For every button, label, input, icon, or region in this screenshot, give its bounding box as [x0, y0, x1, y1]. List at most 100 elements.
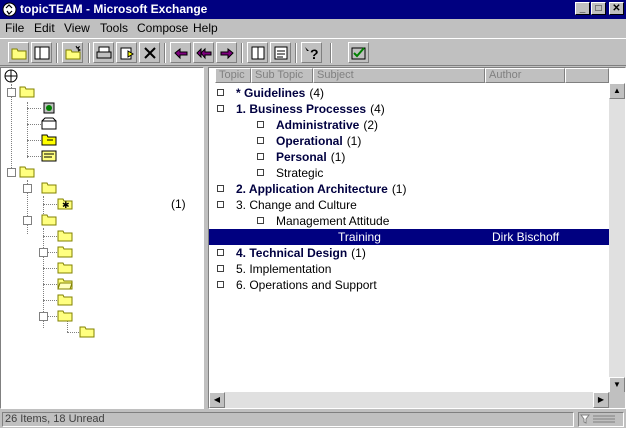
- folder-tree-pane[interactable]: ✱ (1): [0, 67, 204, 409]
- forward-button[interactable]: [216, 42, 237, 63]
- topic-count: (1): [346, 134, 362, 148]
- topic-row[interactable]: * Guidelines (4): [209, 85, 609, 101]
- reply-all-button[interactable]: [193, 42, 214, 63]
- folder-icon[interactable]: [57, 244, 73, 258]
- open-folder-icon[interactable]: [19, 164, 35, 178]
- check-names-button[interactable]: [348, 42, 369, 63]
- exchange-app-icon[interactable]: [2, 2, 17, 17]
- topic-row[interactable]: Administrative (2): [209, 117, 609, 133]
- folder-icon[interactable]: [57, 292, 73, 306]
- new-folder-button[interactable]: [62, 42, 83, 63]
- tree-expander[interactable]: [39, 312, 48, 321]
- topic-row[interactable]: Management Attitude: [209, 213, 609, 229]
- tree-expander[interactable]: [23, 184, 32, 193]
- column-header-subject[interactable]: Subject: [313, 68, 485, 83]
- topic-row[interactable]: 6. Operations and Support: [209, 277, 609, 293]
- open-folder-button[interactable]: [8, 42, 29, 63]
- row-checkbox[interactable]: [257, 169, 264, 176]
- topic-row[interactable]: Strategic: [209, 165, 609, 181]
- inbox-icon[interactable]: [41, 116, 57, 130]
- minimize-button[interactable]: _: [575, 2, 590, 15]
- menu-tools[interactable]: Tools: [100, 21, 128, 35]
- row-checkbox[interactable]: [217, 185, 224, 192]
- delete-icon: [144, 47, 156, 59]
- print-button[interactable]: [93, 42, 114, 63]
- folder-icon[interactable]: [41, 212, 57, 226]
- folder-icon[interactable]: [57, 308, 73, 322]
- row-checkbox[interactable]: [217, 265, 224, 272]
- topic-count: (4): [309, 86, 325, 100]
- row-checkbox[interactable]: [217, 105, 224, 112]
- help-button[interactable]: ?: [301, 42, 322, 63]
- deleted-items-icon[interactable]: [41, 100, 57, 114]
- show-folder-list-button[interactable]: [31, 42, 52, 63]
- topic-row[interactable]: Personal (1): [209, 149, 609, 165]
- message-list-pane[interactable]: Topic Sub Topic Subject Author * Guideli…: [208, 67, 626, 409]
- row-checkbox[interactable]: [217, 201, 224, 208]
- scroll-left-button[interactable]: ◀: [209, 392, 225, 408]
- outbox-icon[interactable]: [41, 132, 57, 146]
- menu-bar: File Edit View Tools Compose Help: [0, 19, 626, 38]
- column-header-subtopic[interactable]: Sub Topic: [251, 68, 313, 83]
- svg-text:?: ?: [310, 46, 319, 61]
- row-checkbox[interactable]: [257, 217, 264, 224]
- topic-row[interactable]: 1. Business Processes (4): [209, 101, 609, 117]
- open-folder-icon[interactable]: [19, 84, 35, 98]
- globe-icon[interactable]: [3, 68, 21, 84]
- topic-label: Management Attitude: [276, 214, 390, 228]
- tree-expander[interactable]: [23, 216, 32, 225]
- folder-icon[interactable]: [41, 180, 57, 194]
- folder-icon: [11, 48, 27, 60]
- row-checkbox[interactable]: [217, 249, 224, 256]
- close-button[interactable]: ✕: [609, 2, 624, 15]
- topic-label: 1. Business Processes: [236, 102, 367, 116]
- topic-row[interactable]: 3. Change and Culture: [209, 197, 609, 213]
- scroll-right-button[interactable]: ▶: [593, 392, 609, 408]
- row-checkbox[interactable]: [257, 121, 264, 128]
- scroll-up-button[interactable]: ▲: [609, 83, 625, 99]
- new-folder-icon: [65, 45, 81, 60]
- folder-icon[interactable]: [57, 260, 73, 274]
- address-book-button[interactable]: [247, 42, 268, 63]
- menu-compose[interactable]: Compose: [137, 21, 188, 35]
- row-checkbox[interactable]: [257, 137, 264, 144]
- topic-row[interactable]: 4. Technical Design (1): [209, 245, 609, 261]
- reply-button[interactable]: [170, 42, 191, 63]
- column-header-author[interactable]: Author: [485, 68, 565, 83]
- print-icon: [96, 46, 112, 59]
- delete-button[interactable]: [139, 42, 160, 63]
- horizontal-scrollbar[interactable]: ◀ ▶: [209, 392, 609, 408]
- topic-row[interactable]: Operational (1): [209, 133, 609, 149]
- topic-row[interactable]: 5. Implementation: [209, 261, 609, 277]
- topic-row-label-wrap: Operational (1): [276, 133, 361, 149]
- tree-expander[interactable]: [39, 248, 48, 257]
- public-folder-icon[interactable]: ✱: [57, 196, 73, 210]
- row-checkbox[interactable]: [217, 89, 224, 96]
- menu-file[interactable]: File: [5, 21, 24, 35]
- folder-icon[interactable]: [79, 324, 95, 338]
- folder-icon[interactable]: [57, 228, 73, 242]
- topic-label: Administrative: [276, 118, 360, 132]
- open-folder-icon[interactable]: [57, 276, 73, 290]
- folder-unread-count: (1): [171, 197, 186, 211]
- scroll-down-button[interactable]: ▼: [609, 377, 625, 393]
- tree-expander[interactable]: [7, 88, 16, 97]
- sent-items-icon[interactable]: [41, 148, 57, 162]
- inbox-button[interactable]: [270, 42, 291, 63]
- row-checkbox[interactable]: [217, 281, 224, 288]
- message-author: Dirk Bischoff: [492, 230, 560, 244]
- menu-view[interactable]: View: [64, 21, 90, 35]
- move-icon: [120, 47, 134, 60]
- maximize-button[interactable]: □: [591, 2, 606, 15]
- topic-row[interactable]: 2. Application Architecture (1): [209, 181, 609, 197]
- move-button[interactable]: [116, 42, 137, 63]
- menu-help[interactable]: Help: [193, 21, 218, 35]
- tree-expander[interactable]: [7, 168, 16, 177]
- row-checkbox[interactable]: [257, 153, 264, 160]
- menu-edit[interactable]: Edit: [34, 21, 55, 35]
- column-header-topic[interactable]: Topic: [215, 68, 251, 83]
- topic-row-label-wrap: 1. Business Processes (4): [236, 101, 385, 117]
- message-row-selected[interactable]: Training Dirk Bischoff: [209, 229, 609, 245]
- column-header-blank: [565, 68, 609, 83]
- vertical-scrollbar[interactable]: ▲ ▼: [609, 83, 625, 393]
